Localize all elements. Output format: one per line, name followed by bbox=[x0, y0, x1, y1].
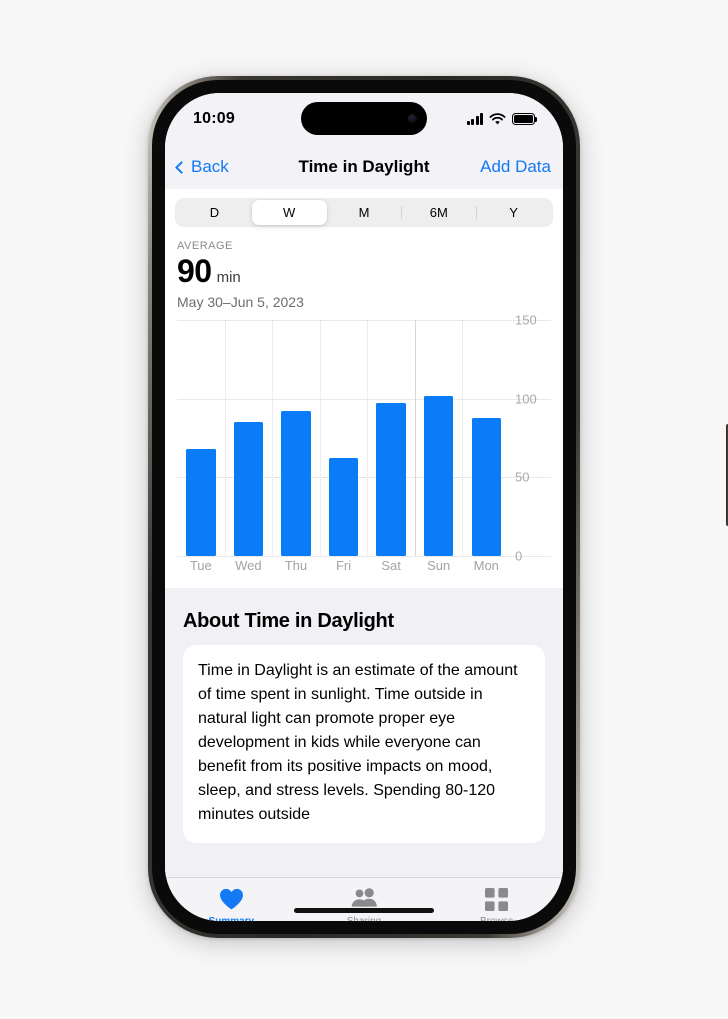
x-axis-tick-label: Thu bbox=[284, 558, 308, 573]
chart-card-spacer bbox=[165, 578, 563, 588]
x-axis-tick-label: Fri bbox=[335, 558, 352, 573]
average-value: 90 bbox=[177, 253, 212, 289]
chart-bar[interactable] bbox=[281, 411, 311, 556]
bar-slot bbox=[415, 320, 463, 556]
about-section: About Time in Daylight Time in Daylight … bbox=[165, 588, 563, 877]
add-data-button[interactable]: Add Data bbox=[480, 157, 551, 177]
grid-squares-icon bbox=[485, 886, 509, 912]
range-selector-wrapper: D W M 6M Y bbox=[165, 189, 563, 227]
screenshot-stage: 10:09 Back Time in Daylight Add Data D W… bbox=[0, 0, 728, 1019]
segment-y[interactable]: Y bbox=[476, 200, 551, 225]
tab-summary-label: Summary bbox=[209, 916, 255, 921]
status-bar: 10:09 bbox=[165, 93, 563, 145]
y-axis-tick-label: 150 bbox=[515, 312, 537, 328]
status-bar-time: 10:09 bbox=[193, 110, 235, 127]
about-card: Time in Daylight is an estimate of the a… bbox=[183, 645, 545, 843]
segment-w[interactable]: W bbox=[251, 200, 327, 225]
tab-sharing[interactable]: Sharing bbox=[298, 886, 431, 921]
heart-icon bbox=[219, 886, 244, 912]
daylight-bar-chart[interactable]: 150 100 50 0 Tue Wed Thu Fri Sat Sun Mon bbox=[177, 313, 551, 578]
tab-bar: Summary Sharing bbox=[165, 877, 563, 921]
main-content: D W M 6M Y AVERAGE 90 min May 30–Jun 5, … bbox=[165, 189, 563, 877]
average-label: AVERAGE bbox=[177, 240, 233, 252]
chart-bar[interactable] bbox=[328, 458, 359, 556]
chart-plot-area bbox=[177, 320, 551, 557]
back-button[interactable]: Back bbox=[175, 157, 229, 177]
x-axis-tick-label: Wed bbox=[235, 558, 262, 573]
tab-sharing-label: Sharing bbox=[347, 916, 381, 921]
tab-browse-label: Browse bbox=[480, 916, 513, 921]
y-axis-tick-label: 0 bbox=[515, 548, 523, 564]
wifi-icon bbox=[489, 112, 506, 124]
segment-6m[interactable]: 6M bbox=[401, 200, 476, 225]
chart-bar[interactable] bbox=[233, 422, 264, 556]
x-axis-tick-label: Tue bbox=[189, 558, 212, 573]
dynamic-island bbox=[301, 102, 427, 135]
chart-bar[interactable] bbox=[186, 449, 216, 556]
about-title: About Time in Daylight bbox=[183, 610, 394, 632]
navigation-bar: Back Time in Daylight Add Data bbox=[165, 145, 563, 189]
status-bar-indicators bbox=[466, 112, 538, 126]
chart-bar[interactable] bbox=[471, 417, 501, 556]
phone-bezel: 10:09 Back Time in Daylight Add Data D W… bbox=[152, 80, 576, 934]
back-button-label: Back bbox=[191, 157, 229, 176]
about-body-text: Time in Daylight is an estimate of the a… bbox=[198, 662, 518, 823]
tab-summary[interactable]: Summary bbox=[165, 886, 298, 921]
average-value-row: 90 min bbox=[177, 253, 551, 290]
bar-slot bbox=[272, 320, 320, 556]
bar-slot bbox=[320, 320, 368, 556]
chart-bar[interactable] bbox=[376, 403, 406, 556]
chart-bar[interactable] bbox=[423, 395, 454, 556]
x-axis-tick-label: Sat bbox=[381, 558, 401, 573]
bar-slot bbox=[177, 320, 225, 556]
y-axis-tick-label: 50 bbox=[515, 469, 530, 485]
average-unit: min bbox=[216, 269, 241, 286]
tab-browse[interactable]: Browse bbox=[430, 886, 563, 921]
x-axis-tick-label: Mon bbox=[473, 558, 499, 573]
segment-m[interactable]: M bbox=[327, 200, 402, 225]
cellular-bars-icon bbox=[466, 113, 483, 125]
range-segmented-control[interactable]: D W M 6M Y bbox=[175, 198, 553, 227]
phone-screen: 10:09 Back Time in Daylight Add Data D W… bbox=[165, 93, 563, 921]
chart-bars bbox=[177, 320, 510, 556]
home-indicator[interactable] bbox=[294, 908, 434, 913]
front-camera-icon bbox=[408, 114, 417, 123]
segment-d[interactable]: D bbox=[177, 200, 252, 225]
x-axis-tick-label: Sun bbox=[427, 558, 451, 573]
summary-stats: AVERAGE 90 min May 30–Jun 5, 2023 bbox=[165, 227, 563, 310]
chevron-left-icon bbox=[175, 160, 188, 174]
gridline bbox=[177, 556, 551, 557]
bar-slot bbox=[225, 320, 273, 556]
bar-slot bbox=[367, 320, 415, 556]
battery-full-icon bbox=[512, 113, 538, 125]
date-range: May 30–Jun 5, 2023 bbox=[177, 294, 304, 310]
phone-frame: 10:09 Back Time in Daylight Add Data D W… bbox=[148, 76, 728, 938]
y-axis-tick-label: 100 bbox=[515, 391, 537, 407]
bar-slot bbox=[462, 320, 510, 556]
chart-x-axis: Tue Wed Thu Fri Sat Sun Mon bbox=[177, 558, 510, 578]
